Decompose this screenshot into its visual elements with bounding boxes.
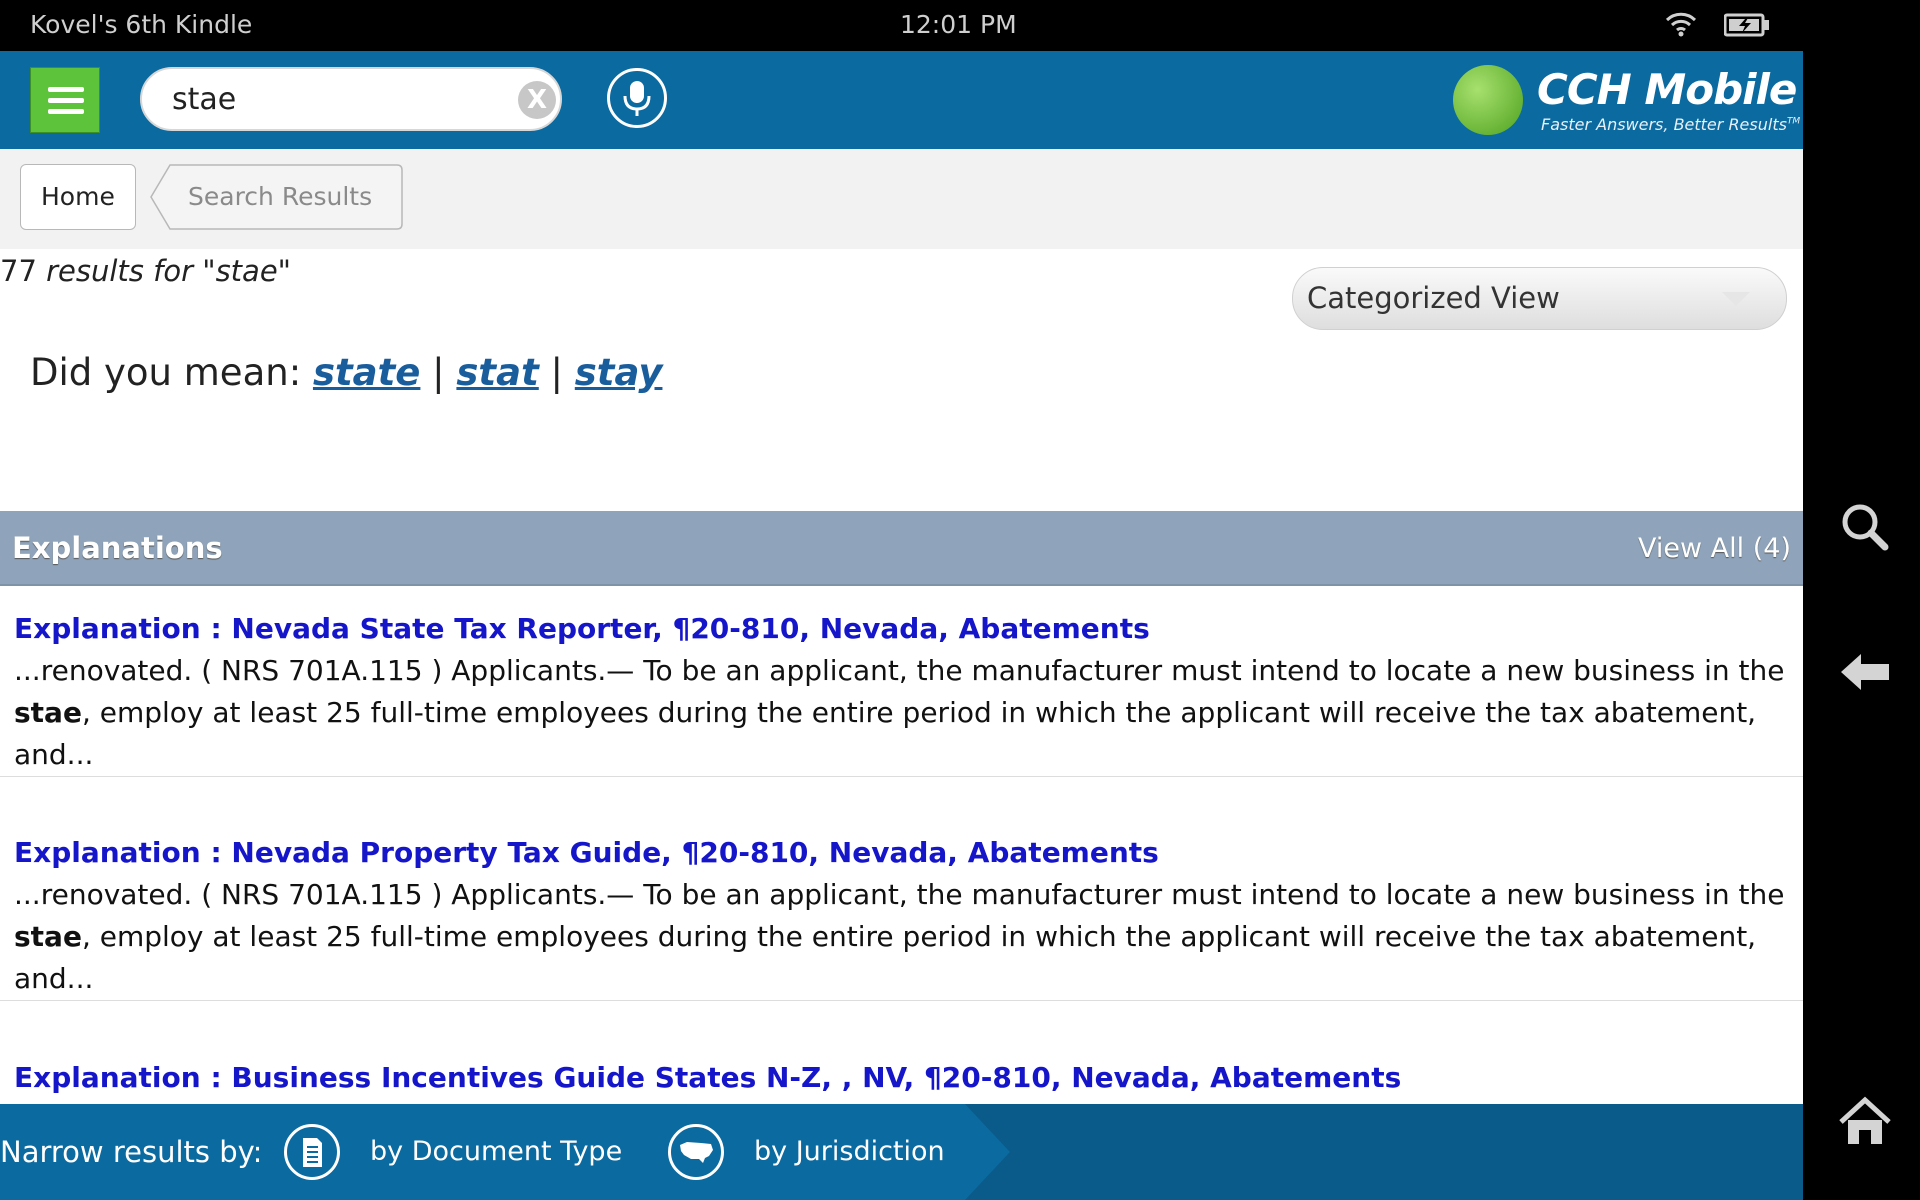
search-input[interactable] (172, 79, 492, 119)
home-icon[interactable] (1837, 1094, 1893, 1150)
suggestion-link[interactable]: state (313, 351, 420, 394)
wifi-icon (1665, 10, 1697, 42)
narrow-results-bar: Narrow results by: by Document Type by J… (0, 1104, 1803, 1200)
result-title-link[interactable]: Explanation : Business Incentives Guide … (14, 1057, 1789, 1099)
list-item[interactable]: Explanation : Nevada Property Tax Guide,… (0, 832, 1803, 1001)
cch-mobile-logo: CCH Mobile Faster Answers, Better Result… (1453, 65, 1800, 143)
list-item[interactable]: Explanation : Nevada State Tax Reporter,… (0, 608, 1803, 777)
logo-brand: CCH Mobile (1537, 65, 1797, 114)
back-arrow-icon[interactable] (1837, 644, 1893, 700)
cch-mobile-app: X CCH Mobile Faster Answers, Better Resu… (0, 51, 1803, 1200)
result-snippet: ...renovated. ( NRS 701A.115 ) Applicant… (14, 654, 1785, 771)
battery-icon (1723, 13, 1770, 41)
breadcrumb-current-label: Search Results (188, 182, 373, 211)
chevron-down-icon (1722, 292, 1750, 306)
explanations-section-header: Explanations View All (4) (0, 511, 1803, 586)
microphone-button[interactable] (607, 68, 667, 128)
by-jurisdiction-button[interactable]: by Jurisdiction (754, 1104, 945, 1200)
snippet-match: stae (14, 920, 82, 953)
results-count: 77 results for "stae" (0, 254, 291, 288)
view-all-link[interactable]: View All (4) (1638, 511, 1791, 586)
bar-decoration (965, 1104, 1803, 1200)
device-name: Kovel's 6th Kindle (30, 10, 253, 39)
clear-search-button[interactable]: X (518, 81, 556, 119)
search-box: X (140, 67, 562, 131)
suggestion-link[interactable]: stay (575, 351, 663, 394)
view-mode-selected: Categorized View (1307, 281, 1560, 315)
app-header: X CCH Mobile Faster Answers, Better Resu… (0, 51, 1803, 149)
suggestion-separator: | (550, 351, 564, 394)
did-you-mean-label: Did you mean: (30, 351, 302, 394)
microphone-icon (623, 81, 651, 116)
logo-trademark: TM (1786, 116, 1801, 127)
search-icon[interactable] (1837, 499, 1893, 555)
result-snippet: ...renovated. ( NRS 701A.115 ) Applicant… (14, 878, 1785, 995)
did-you-mean: Did you mean: state | stat | stay (30, 351, 662, 394)
logo-mark-icon (1453, 65, 1523, 135)
document-icon[interactable] (284, 1124, 340, 1180)
breadcrumb-home[interactable]: Home (20, 164, 136, 230)
suggestion-separator: | (432, 351, 445, 394)
breadcrumb: Home Search Results (0, 149, 1803, 249)
suggestion-link[interactable]: stat (456, 351, 538, 394)
us-map-icon[interactable] (668, 1124, 724, 1180)
result-title-link[interactable]: Explanation : Nevada State Tax Reporter,… (14, 608, 1789, 650)
by-document-type-button[interactable]: by Document Type (370, 1104, 622, 1200)
menu-button[interactable] (30, 67, 100, 133)
breadcrumb-search-results[interactable]: Search Results (150, 164, 403, 230)
results-count-number: 77 (0, 254, 37, 288)
view-mode-select[interactable]: Categorized View (1292, 267, 1787, 330)
device-side-nav (1803, 0, 1920, 1200)
status-bar: Kovel's 6th Kindle 12:01 PM (0, 0, 1803, 51)
section-title: Explanations (12, 531, 223, 565)
snippet-match: stae (14, 696, 82, 729)
logo-tagline: Faster Answers, Better ResultsTM (1541, 115, 1801, 134)
result-title-link[interactable]: Explanation : Nevada Property Tax Guide,… (14, 832, 1789, 874)
results-count-text: results for "stae" (36, 254, 291, 288)
narrow-results-label: Narrow results by: (0, 1135, 263, 1169)
status-time: 12:01 PM (900, 10, 1017, 39)
